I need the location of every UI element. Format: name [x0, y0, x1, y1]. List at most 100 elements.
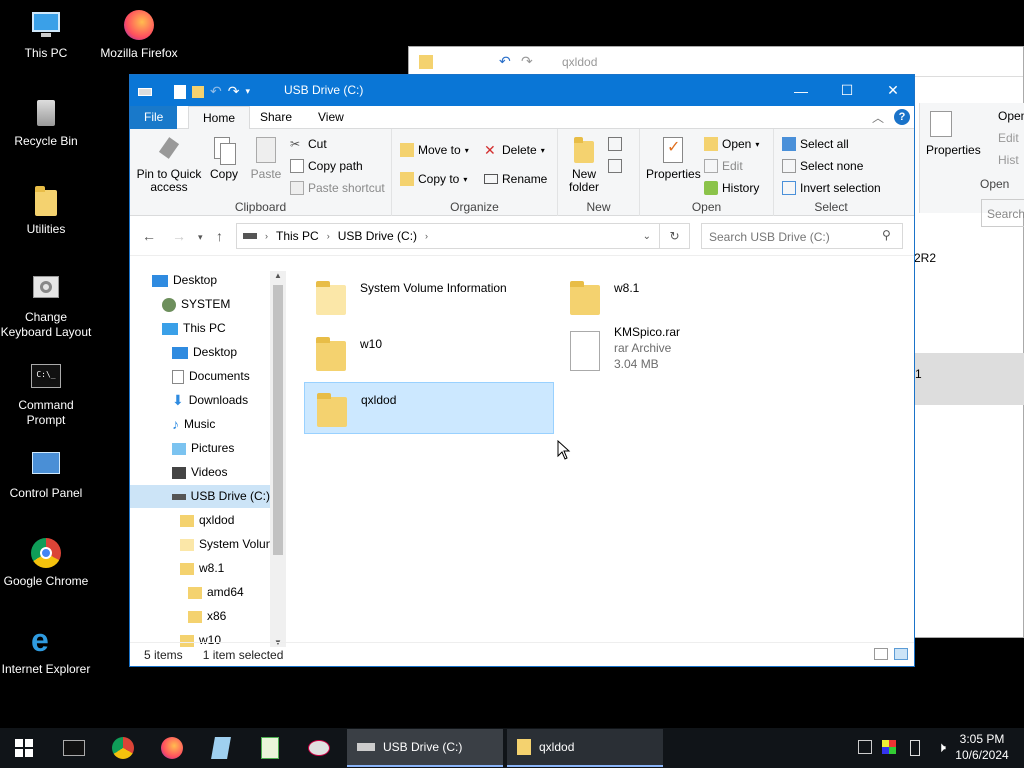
navigation-scrollbar[interactable]: ▲ ▼	[270, 271, 286, 647]
nav-item-videos[interactable]: Videos	[172, 461, 227, 484]
network-icon[interactable]	[858, 740, 872, 754]
select-none-button[interactable]: Select none	[782, 159, 863, 173]
maximize-button[interactable]: ☐	[824, 75, 870, 106]
nav-item-system-volume[interactable]: System Volun	[180, 533, 272, 556]
forward-arrow-icon[interactable]: →	[172, 228, 186, 244]
history-button[interactable]: History	[704, 181, 759, 195]
nav-item-this-pc[interactable]: This PC	[162, 317, 226, 340]
volume-muted-icon[interactable]: 🕨	[937, 739, 946, 756]
address-dropdown-icon[interactable]: ⌄	[643, 231, 651, 242]
scroll-up-icon[interactable]: ▲	[274, 271, 282, 280]
background-edit-label[interactable]: Edit	[998, 131, 1019, 145]
scrollbar-thumb[interactable]	[273, 285, 283, 555]
explorer-window[interactable]: ↶ ↷ ▾ USB Drive (C:) — ☐ ✕ File Home Sha…	[129, 74, 915, 667]
usb-icon[interactable]	[910, 740, 920, 756]
tab-file[interactable]: File	[130, 106, 178, 129]
copy-to-button[interactable]: Copy to ▾	[400, 172, 467, 186]
breadcrumb-separator-icon[interactable]: ›	[327, 231, 330, 241]
new-folder-button[interactable]: New folder	[564, 135, 604, 194]
nav-item-amd64[interactable]: amd64	[188, 581, 244, 604]
taskbar-app-2[interactable]	[246, 728, 294, 768]
move-to-button[interactable]: Move to ▾	[400, 143, 469, 157]
breadcrumb-drive[interactable]: USB Drive (C:)	[338, 229, 417, 243]
file-item-kmspico-rar[interactable]: KMSpico.rar rar Archive 3.04 MB	[558, 323, 808, 381]
desktop-icon-keyboard-layout[interactable]: Change Keyboard Layout	[0, 272, 92, 340]
nav-item-downloads[interactable]: ⬇ Downloads	[172, 389, 248, 412]
nav-item-usb-drive[interactable]: USB Drive (C:)	[130, 485, 270, 508]
nav-item-w81[interactable]: w8.1	[180, 557, 224, 580]
pin-to-quick-access-button[interactable]: Pin to Quick access	[136, 135, 202, 194]
nav-item-system[interactable]: SYSTEM	[162, 293, 230, 316]
close-button[interactable]: ✕	[870, 75, 916, 106]
copy-path-button[interactable]: Copy path	[290, 159, 363, 173]
file-item-qxldod[interactable]: qxldod	[304, 382, 554, 434]
background-properties-label[interactable]: Properties	[926, 143, 981, 157]
copy-button[interactable]: Copy	[206, 135, 242, 181]
background-history-label[interactable]: Hist	[998, 153, 1019, 167]
taskbar-firefox[interactable]	[148, 728, 196, 768]
large-icons-view-icon[interactable]	[894, 648, 908, 660]
taskbar-task-usb-drive[interactable]: USB Drive (C:)	[347, 729, 503, 767]
help-icon[interactable]: ?	[894, 109, 910, 125]
tab-view[interactable]: View	[304, 106, 358, 129]
properties-button[interactable]: ✓ Properties	[646, 135, 701, 181]
taskbar-app-3[interactable]	[295, 728, 343, 768]
desktop-icon-command-prompt[interactable]: C:\_ Command Prompt	[0, 360, 92, 428]
nav-item-documents[interactable]: Documents	[172, 365, 250, 388]
undo-icon[interactable]: ↶	[210, 83, 222, 100]
minimize-button[interactable]: —	[778, 75, 824, 106]
properties-icon[interactable]	[174, 84, 186, 99]
paste-button[interactable]: Paste	[248, 135, 284, 181]
details-view-icon[interactable]	[874, 648, 888, 660]
desktop-icon-internet-explorer[interactable]: e Internet Explorer	[0, 624, 92, 677]
redo-icon[interactable]: ↷	[228, 83, 240, 100]
nav-item-qxldod[interactable]: qxldod	[180, 509, 234, 532]
easy-access-icon[interactable]	[608, 159, 622, 173]
taskbar-chrome[interactable]	[99, 728, 147, 768]
recent-locations-chevron-icon[interactable]: ▾	[198, 232, 203, 243]
desktop-icon-chrome[interactable]: Google Chrome	[0, 536, 92, 589]
background-search-input[interactable]: Search	[981, 199, 1024, 227]
desktop-icon-recycle-bin[interactable]: Recycle Bin	[0, 96, 92, 149]
refresh-button[interactable]: ↻	[660, 223, 690, 249]
new-item-icon[interactable]	[608, 137, 622, 151]
paste-shortcut-button[interactable]: Paste shortcut	[290, 181, 385, 195]
tab-share[interactable]: Share	[246, 106, 306, 129]
desktop-icon-control-panel[interactable]: Control Panel	[0, 448, 92, 501]
clock[interactable]: 3:05 PM 10/6/2024	[950, 731, 1014, 763]
file-item-w10[interactable]: w10	[304, 327, 554, 379]
background-open-label[interactable]: Open	[998, 109, 1024, 123]
taskbar-app-1[interactable]	[197, 728, 245, 768]
breadcrumb-this-pc[interactable]: This PC	[276, 229, 319, 243]
select-all-button[interactable]: Select all	[782, 137, 849, 151]
titlebar[interactable]: ↶ ↷ ▾ USB Drive (C:) — ☐ ✕	[130, 75, 914, 106]
desktop-icon-utilities[interactable]: Utilities	[0, 184, 92, 237]
collapse-ribbon-icon[interactable]: ︿	[872, 109, 884, 126]
nav-item-music[interactable]: ♪ Music	[172, 413, 215, 436]
taskbar-task-qxldod[interactable]: qxldod	[507, 729, 663, 767]
nav-item-pictures[interactable]: Pictures	[172, 437, 234, 460]
edit-button[interactable]: Edit	[704, 159, 743, 173]
cut-button[interactable]: ✂ Cut	[290, 137, 327, 151]
file-item-system-volume-information[interactable]: System Volume Information	[304, 271, 554, 323]
taskbar-command-prompt[interactable]	[50, 728, 98, 768]
start-button[interactable]	[0, 728, 48, 768]
desktop-icon-this-pc[interactable]: This PC	[0, 8, 92, 61]
invert-selection-button[interactable]: Invert selection	[782, 181, 881, 195]
breadcrumb-separator-icon[interactable]: ›	[265, 231, 268, 241]
color-icon[interactable]	[882, 740, 896, 754]
desktop-icon-firefox[interactable]: Mozilla Firefox	[93, 8, 185, 61]
background-window-titlebar[interactable]: qxldod ↶ ↷	[409, 47, 1023, 77]
address-bar[interactable]: › This PC › USB Drive (C:) › ⌄	[236, 223, 660, 249]
nav-item-desktop-root[interactable]: Desktop	[152, 271, 217, 292]
back-arrow-icon[interactable]: ←	[142, 228, 156, 244]
delete-button[interactable]: ✕ Delete ▾	[484, 143, 545, 157]
tab-home[interactable]: Home	[188, 106, 251, 130]
file-item-w81[interactable]: w8.1	[558, 271, 808, 323]
open-button[interactable]: Open ▾	[704, 137, 759, 151]
up-arrow-icon[interactable]: ↑	[216, 228, 223, 244]
search-input[interactable]: Search USB Drive (C:)	[701, 223, 903, 249]
breadcrumb-separator-icon[interactable]: ›	[425, 231, 428, 241]
nav-item-desktop[interactable]: Desktop	[172, 341, 237, 364]
folder-icon[interactable]	[192, 85, 204, 98]
